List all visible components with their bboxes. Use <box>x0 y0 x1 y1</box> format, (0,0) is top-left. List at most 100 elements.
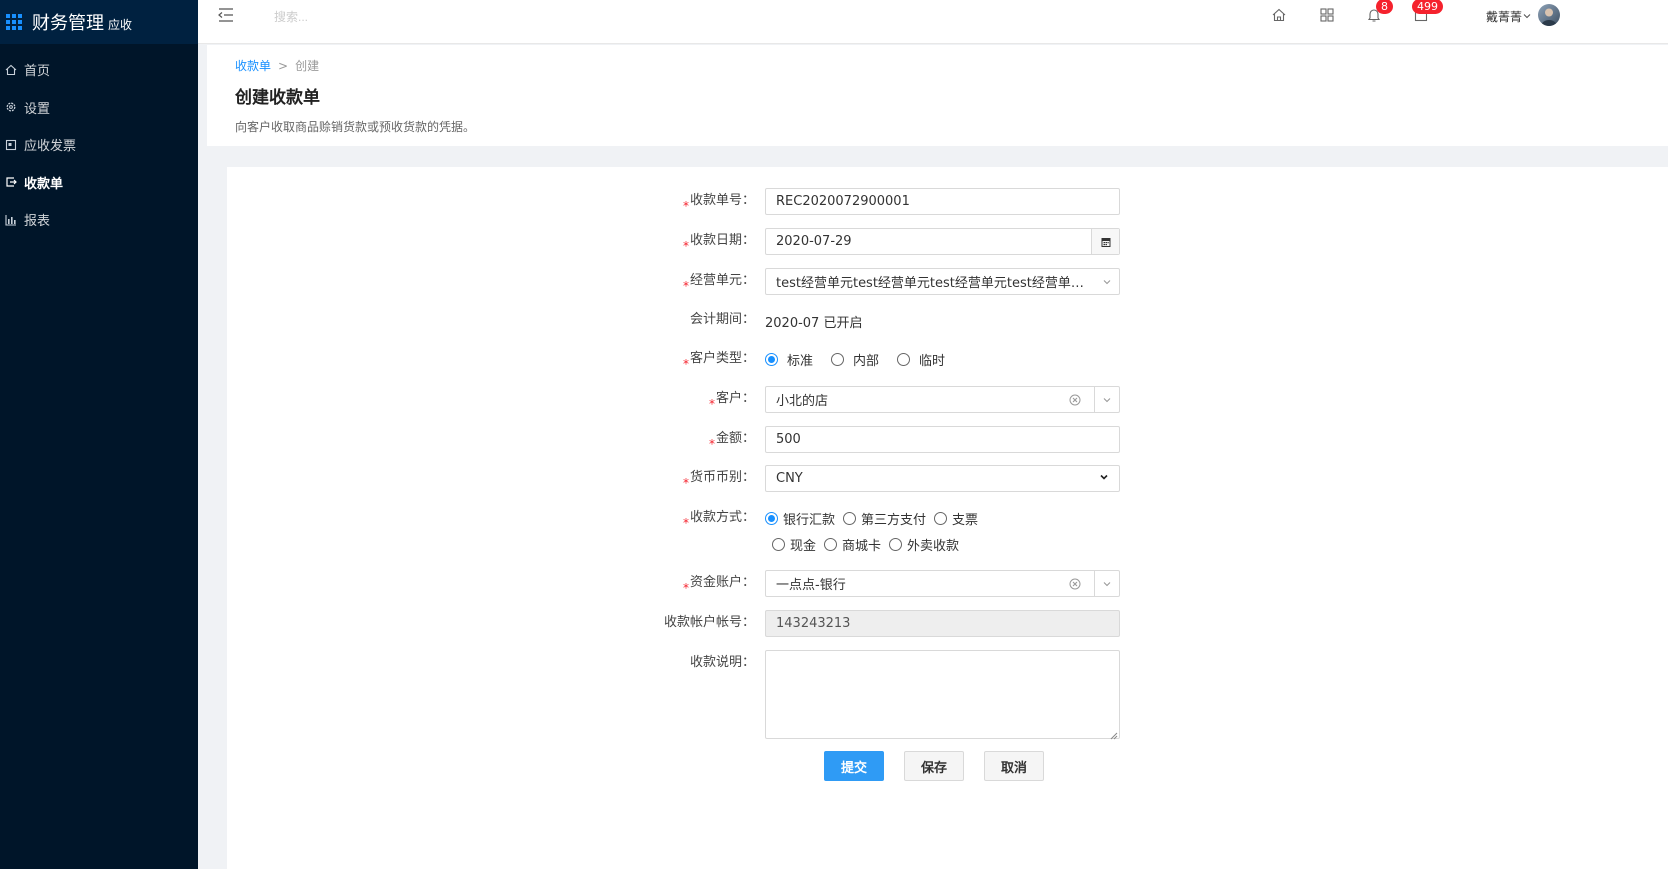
gear-icon <box>4 100 18 114</box>
receipt-no-label: *收款单号： <box>682 193 755 213</box>
customer-label: *客户： <box>708 391 755 411</box>
payment-radio-mall-card[interactable]: 商城卡 <box>824 535 881 554</box>
message-badge: 499 <box>1412 0 1443 14</box>
breadcrumb-current: 创建 <box>295 59 320 73</box>
invoice-icon <box>4 138 18 152</box>
breadcrumb-link-receipts[interactable]: 收款单 <box>235 59 271 73</box>
form-row-amount: *金额： 500 <box>227 426 1668 453</box>
home-icon <box>4 63 18 77</box>
accounting-period-label: 会计期间： <box>689 312 755 327</box>
form-row-account-no: 收款帐户帐号： 143243213 <box>227 610 1668 637</box>
required-mark: * <box>682 357 689 371</box>
sidebar-item-label: 报表 <box>24 214 51 230</box>
brand[interactable]: 财务管理 应收 <box>0 0 198 44</box>
sidebar-item-invoices[interactable]: 应收发票 <box>0 126 198 164</box>
form-row-fund-account: *资金账户： 一点点-银行 <box>227 570 1668 597</box>
business-unit-label: *经营单元： <box>682 273 755 293</box>
customer-type-radio-group: 标准 内部 临时 <box>765 346 1120 373</box>
required-mark: * <box>682 516 689 530</box>
sidebar-item-label: 收款单 <box>24 176 64 192</box>
form-row-receipt-date: *收款日期： 2020-07-29 <box>227 228 1668 255</box>
sidebar-item-settings[interactable]: 设置 <box>0 89 198 127</box>
form-row-receipt-no: *收款单号： REC2020072900001 <box>227 188 1668 215</box>
save-button[interactable]: 保存 <box>904 751 964 781</box>
amount-label: *金额： <box>708 431 755 451</box>
payment-radio-cash[interactable]: 现金 <box>772 535 816 554</box>
app-grid-icon <box>6 14 22 30</box>
chevron-down-icon[interactable] <box>1094 571 1119 596</box>
accounting-period-value: 2020-07 已开启 <box>765 316 863 331</box>
payment-method-label: *收款方式： <box>682 510 755 530</box>
page-description: 向客户收取商品赊销货款或预收货款的凭据。 <box>235 120 476 134</box>
required-mark: * <box>682 239 689 253</box>
customer-type-radio-standard[interactable]: 标准 <box>765 350 813 369</box>
receipt-date-input[interactable]: 2020-07-29 <box>765 228 1120 255</box>
payment-radio-takeout[interactable]: 外卖收款 <box>889 535 959 554</box>
sidebar-item-label: 设置 <box>24 101 51 117</box>
remark-label: 收款说明： <box>689 655 755 670</box>
form-row-customer: *客户： 小北的店 <box>227 386 1668 413</box>
currency-select[interactable]: CNY <box>765 465 1120 492</box>
fund-account-select[interactable]: 一点点-银行 <box>765 570 1120 597</box>
customer-type-label: *客户类型： <box>682 351 755 371</box>
sidebar-item-receipts[interactable]: 收款单 <box>0 164 198 202</box>
required-mark: * <box>708 437 715 451</box>
user-name[interactable]: 戴菁菁 <box>1486 8 1522 25</box>
menu-fold-icon[interactable] <box>217 6 235 24</box>
receipt-form: *收款单号： REC2020072900001 *收款日期： 2020-07-2… <box>227 167 1668 869</box>
receipt-date-label: *收款日期： <box>682 233 755 253</box>
receipt-no-input[interactable]: REC2020072900001 <box>765 188 1120 215</box>
notification-badge: 8 <box>1376 0 1393 14</box>
required-mark: * <box>682 199 689 213</box>
cancel-button[interactable]: 取消 <box>984 751 1044 781</box>
payment-radio-check[interactable]: 支票 <box>934 509 978 528</box>
resize-handle-icon[interactable] <box>1110 729 1118 740</box>
brand-subtitle: 应收 <box>108 17 133 32</box>
bar-chart-icon <box>4 213 18 227</box>
form-row-remark: 收款说明： <box>227 650 1668 740</box>
account-no-input: 143243213 <box>765 610 1120 637</box>
chevron-down-icon[interactable] <box>1522 10 1532 20</box>
chevron-down-icon <box>1099 471 1109 486</box>
home-icon[interactable] <box>1271 7 1287 23</box>
sidebar-item-label: 应收发票 <box>24 139 77 155</box>
form-actions: 提交 保存 取消 <box>824 751 1064 781</box>
customer-type-radio-temporary[interactable]: 临时 <box>897 350 945 369</box>
payment-method-radio-group: 银行汇款 第三方支付 支票 <box>765 505 1120 532</box>
avatar[interactable] <box>1538 4 1560 26</box>
amount-input[interactable]: 500 <box>765 426 1120 453</box>
fund-account-label: *资金账户： <box>682 575 755 595</box>
required-mark: * <box>682 279 689 293</box>
customer-select[interactable]: 小北的店 <box>765 386 1120 413</box>
apps-icon[interactable] <box>1319 7 1335 23</box>
breadcrumb: 收款单 > 创建 <box>235 57 319 74</box>
receipt-icon <box>4 175 18 189</box>
sidebar-item-reports[interactable]: 报表 <box>0 201 198 239</box>
calendar-icon[interactable] <box>1091 229 1119 254</box>
required-mark: * <box>708 397 715 411</box>
brand-title: 财务管理 <box>32 13 104 34</box>
search-input[interactable] <box>274 8 474 26</box>
business-unit-select[interactable]: test经营单元test经营单元test经营单元test经营单元test经营单元 <box>765 268 1120 295</box>
sidebar-item-label: 首页 <box>24 64 51 80</box>
payment-radio-third-party[interactable]: 第三方支付 <box>843 509 926 528</box>
sidebar-item-home[interactable]: 首页 <box>0 51 198 89</box>
required-mark: * <box>682 476 689 490</box>
account-no-label: 收款帐户帐号： <box>663 615 755 630</box>
sidebar: 财务管理 应收 首页 设置 应收发票 收款单 报表 <box>0 0 198 869</box>
clear-icon[interactable] <box>1069 394 1081 406</box>
payment-method-radio-group-row2: 现金 商城卡 外卖收款 <box>772 531 1127 558</box>
submit-button[interactable]: 提交 <box>824 751 884 781</box>
customer-type-radio-internal[interactable]: 内部 <box>831 350 879 369</box>
payment-radio-bank-transfer[interactable]: 银行汇款 <box>765 509 835 528</box>
page-title: 创建收款单 <box>235 88 320 108</box>
currency-label: *货币币别： <box>682 470 755 490</box>
page-header: 收款单 > 创建 创建收款单 向客户收取商品赊销货款或预收货款的凭据。 <box>207 45 1668 146</box>
form-row-business-unit: *经营单元： test经营单元test经营单元test经营单元test经营单元t… <box>227 268 1668 295</box>
chevron-down-icon[interactable] <box>1094 387 1119 412</box>
top-header: 8 499 戴菁菁 <box>198 0 1668 44</box>
required-mark: * <box>682 581 689 595</box>
remark-textarea[interactable] <box>765 650 1120 740</box>
clear-icon[interactable] <box>1069 578 1081 590</box>
chevron-down-icon[interactable] <box>1094 269 1119 294</box>
